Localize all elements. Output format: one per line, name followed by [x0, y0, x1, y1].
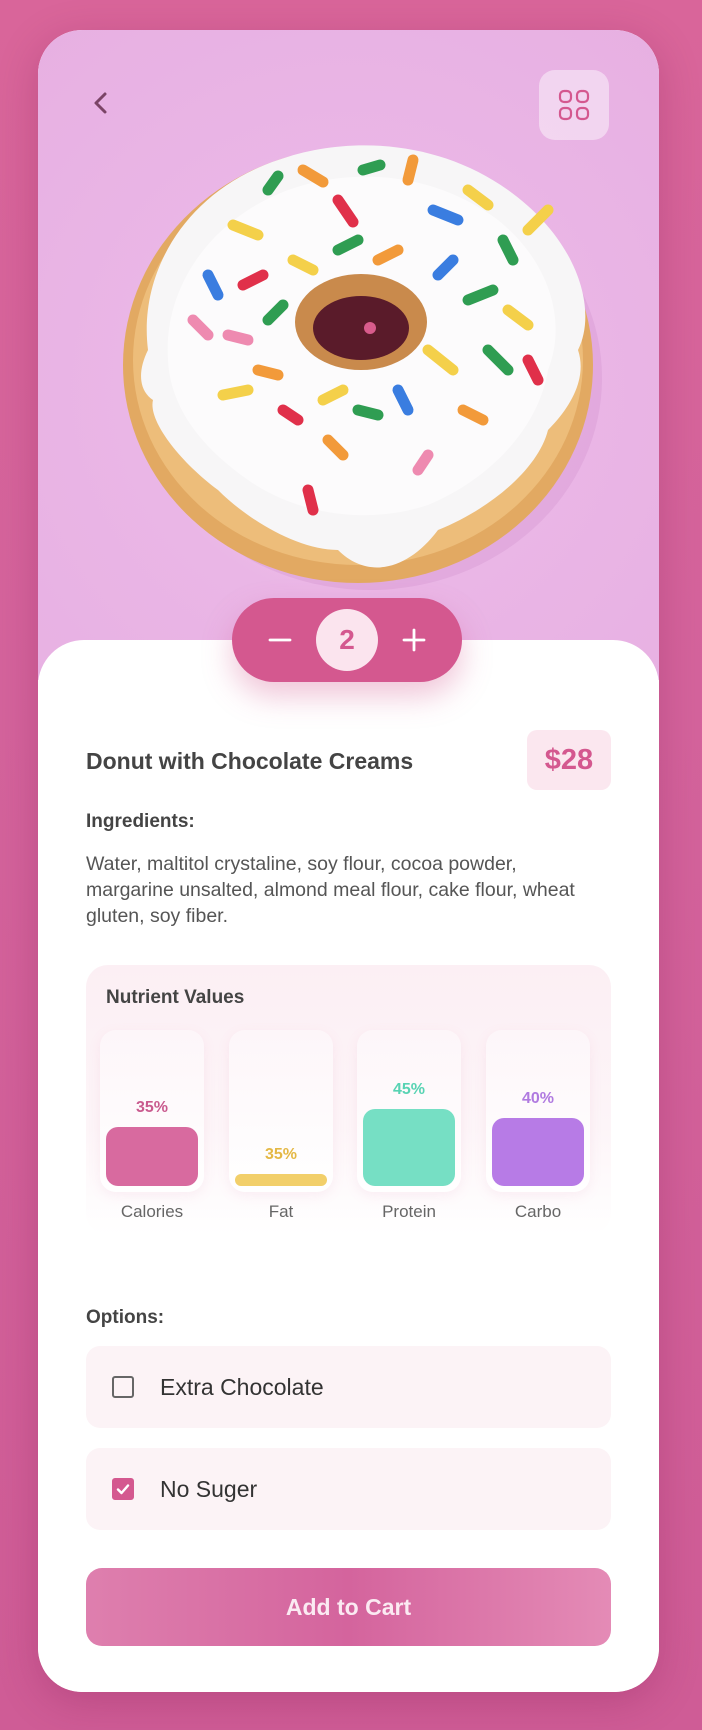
nutrient-values-card: Nutrient Values 35% Calories 35% Fat 45% — [86, 965, 611, 1235]
decrease-button[interactable] — [260, 620, 300, 660]
donut-image — [108, 110, 608, 590]
product-hero — [38, 30, 659, 680]
nutrient-fat: 35% Fat — [229, 1030, 333, 1221]
bar-percent: 35% — [135, 1099, 169, 1116]
product-title: Donut with Chocolate Creams — [86, 748, 414, 774]
bar-percent: 45% — [392, 1081, 426, 1098]
checkbox-unchecked[interactable] — [112, 1376, 134, 1398]
nutrient-values-title: Nutrient Values — [106, 987, 245, 1008]
nutrient-calories: 35% Calories — [100, 1030, 204, 1221]
bar-label: Calories — [120, 1202, 184, 1221]
bar-percent: 35% — [264, 1146, 298, 1163]
product-price: $28 — [527, 730, 611, 790]
bar-card: 45% — [357, 1030, 461, 1192]
nutrient-carbo: 40% Carbo — [486, 1030, 590, 1221]
bar-fill — [492, 1118, 584, 1186]
options-label: Options: — [86, 1307, 165, 1328]
product-screen: 2 Donut with Chocolate Creams $28 Ingred… — [38, 30, 659, 1692]
quantity-stepper: 2 — [232, 598, 462, 682]
bar-label: Protein — [382, 1202, 436, 1221]
bar-label: Fat — [268, 1202, 294, 1221]
check-icon — [116, 1484, 130, 1495]
quantity-value: 2 — [316, 609, 378, 671]
ingredients-text: Water, maltitol crystaline, soy flour, c… — [86, 853, 575, 927]
bar-percent: 40% — [521, 1090, 555, 1107]
minus-icon — [268, 638, 292, 642]
bar-card: 35% — [229, 1030, 333, 1192]
nutrient-protein: 45% Protein — [357, 1030, 461, 1221]
nutrient-bars: 35% Calories 35% Fat 45% Protein 40% Car… — [100, 1030, 600, 1221]
bar-card: 35% — [100, 1030, 204, 1192]
bar-label: Carbo — [514, 1202, 562, 1221]
increase-button[interactable] — [394, 620, 434, 660]
option-extra-chocolate[interactable]: Extra Chocolate — [86, 1346, 611, 1428]
bar-card: 40% — [486, 1030, 590, 1192]
option-no-suger[interactable]: No Suger — [86, 1448, 611, 1530]
ingredients-label: Ingredients: — [86, 811, 195, 832]
option-label: Extra Chocolate — [160, 1373, 324, 1400]
plus-icon — [402, 628, 426, 652]
checkbox-checked[interactable] — [112, 1478, 134, 1500]
bar-fill — [106, 1127, 198, 1186]
add-to-cart-button[interactable]: Add to Cart — [86, 1568, 611, 1646]
bar-fill — [363, 1109, 455, 1186]
option-label: No Suger — [160, 1475, 258, 1502]
bar-fill — [235, 1174, 327, 1186]
